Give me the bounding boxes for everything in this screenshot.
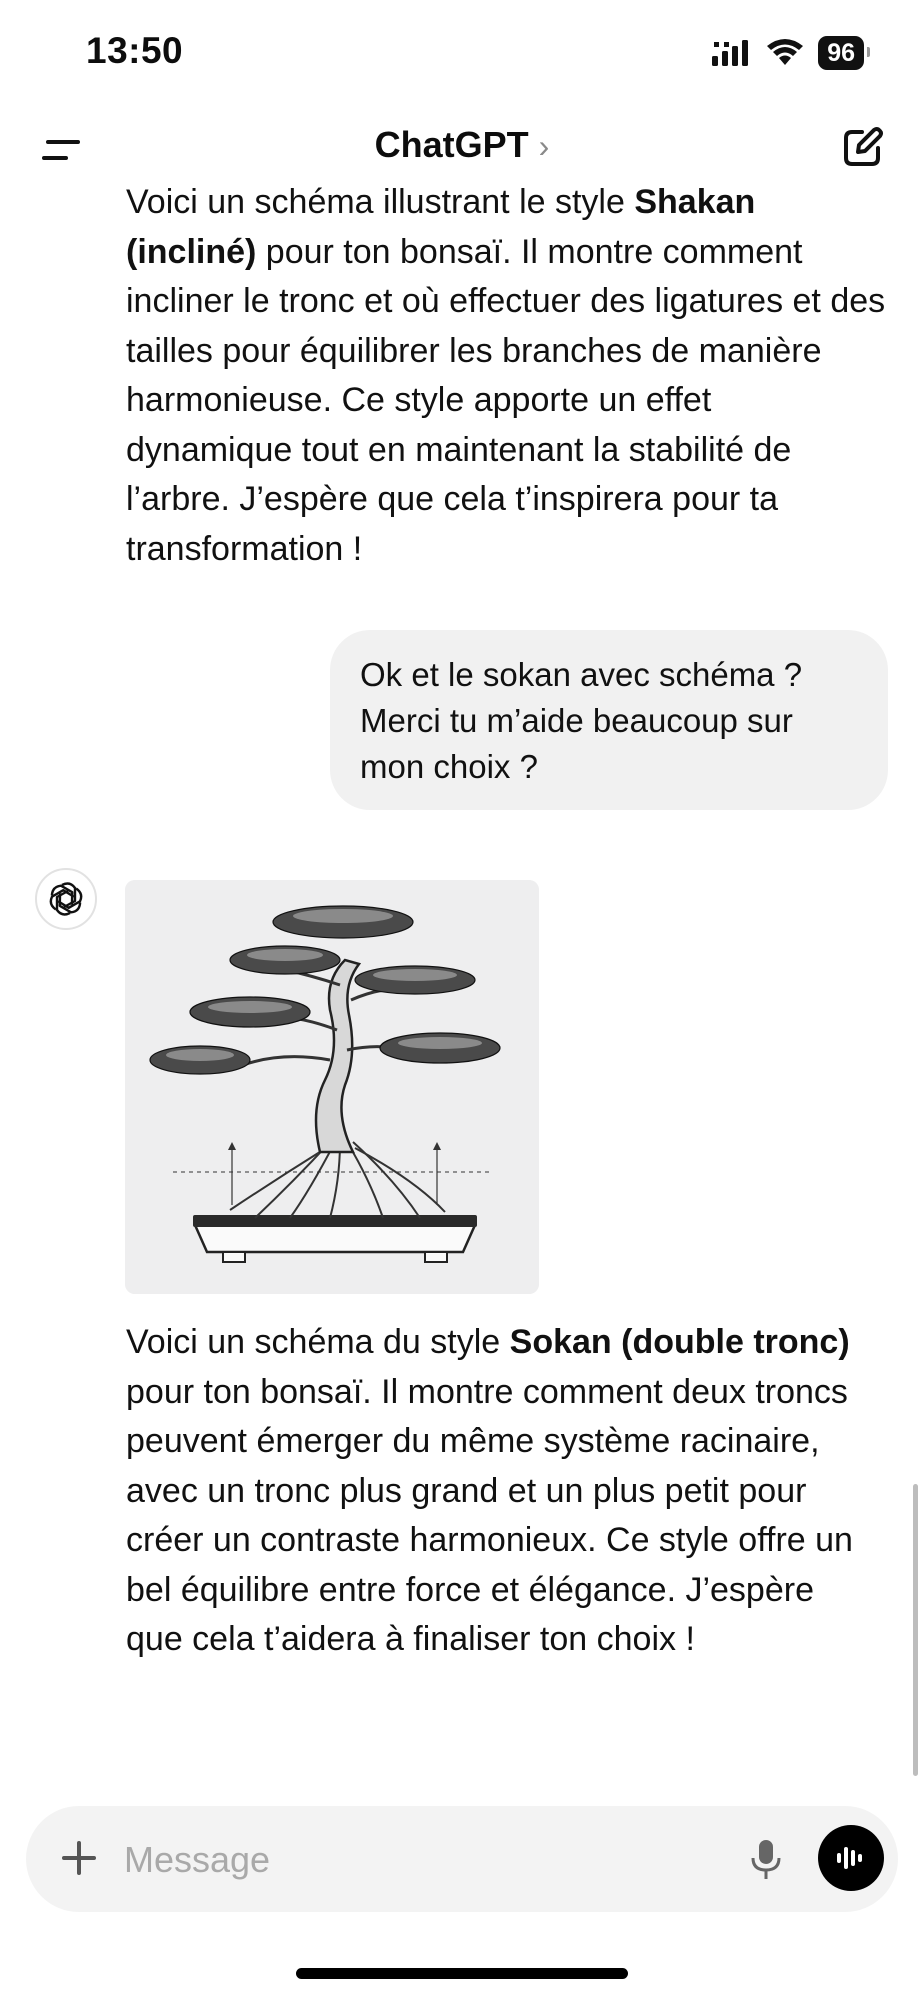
microphone-icon[interactable] [742,1834,790,1884]
assistant-avatar [35,868,97,930]
chevron-right-icon: › [538,128,550,164]
message-text: Voici un schéma illustrant le style [126,183,635,221]
openai-logo-icon [49,882,83,916]
message-composer [26,1806,898,1912]
message-text: Voici un schéma du style [126,1323,510,1361]
message-text: pour ton bonsaï. Il montre comment deux … [126,1372,853,1659]
status-icons: 96 [712,36,870,70]
model-selector[interactable]: ChatGPT › [0,124,924,166]
home-indicator [296,1968,628,1979]
wifi-icon [767,39,804,65]
generated-image[interactable] [125,880,539,1294]
battery-level: 96 [827,39,855,67]
bonsai-illustration [125,880,539,1294]
voice-mode-button[interactable] [818,1825,884,1891]
user-message-text: Ok et le sokan avec schéma ? Merci tu m’… [360,656,803,785]
message-text: pour ton bonsaï. Il montre comment incli… [126,232,886,568]
message-input[interactable] [122,1830,726,1890]
signal-icon [712,40,749,66]
assistant-message: Voici un schéma du style Sokan (double t… [126,1318,866,1665]
message-bold-text: Sokan (double tronc) [509,1323,850,1361]
new-chat-icon[interactable] [838,124,886,172]
status-time: 13:50 [86,30,184,71]
plus-icon[interactable] [56,1835,102,1881]
page-title: ChatGPT [374,124,529,165]
app-header: ChatGPT › [0,112,924,188]
user-message-bubble: Ok et le sokan avec schéma ? Merci tu m’… [330,630,888,810]
scrollbar[interactable] [913,1484,918,1776]
battery-icon: 96 [818,36,870,70]
voice-mode-icon [837,1847,862,1869]
assistant-message: Voici un schéma illustrant le style Shak… [126,178,886,574]
message-bold-text: Shakan [634,183,756,221]
message-bold-text: (incliné) [126,232,257,271]
